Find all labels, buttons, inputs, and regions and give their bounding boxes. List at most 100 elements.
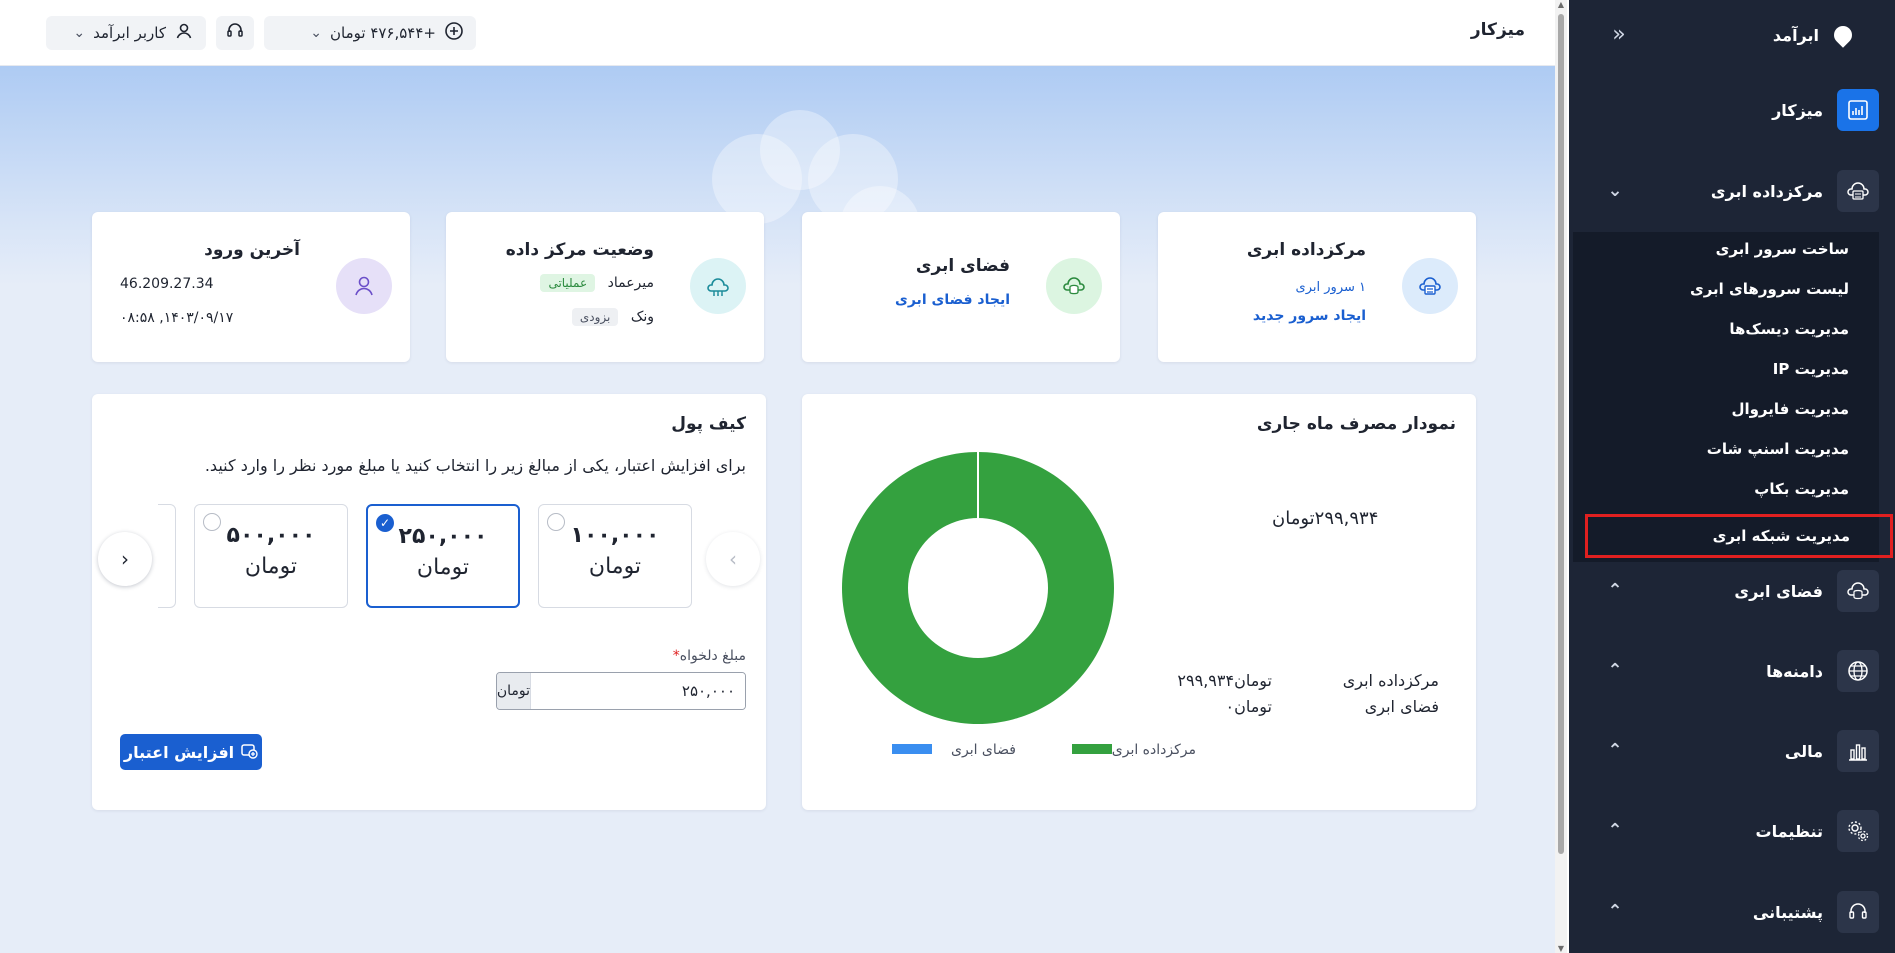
sidebar-item-dashboard[interactable]: میزکار [1589, 87, 1879, 133]
chevron-up-icon: ⌃ [1607, 660, 1623, 681]
balance-amount: +۴۷۶,۵۴۴ تومان [330, 24, 436, 42]
submenu-firewall[interactable]: مدیریت فایروال [1731, 400, 1849, 418]
cloud-server-icon [1402, 258, 1458, 314]
amount-unit: تومان [416, 555, 470, 580]
bar-chart-icon [1837, 730, 1879, 772]
sidebar-item-label: پشتیبانی [1752, 902, 1823, 922]
submenu-ip[interactable]: مدیریت IP [1773, 360, 1849, 378]
wallet-description: برای افزایش اعتبار، یکی از مبالغ زیر را … [204, 456, 746, 475]
submenu-backup[interactable]: مدیریت بکاپ [1754, 480, 1849, 498]
last-login-title: آخرین ورود [204, 240, 300, 260]
user-menu-button[interactable]: کاربر ابرآمد ⌄ [46, 16, 206, 50]
datacenter-title: مرکزداده ابری [1246, 240, 1366, 260]
legend-label-1: فضای ابری [951, 742, 1016, 758]
cloud-network-icon [690, 258, 746, 314]
collapse-sidebar-icon[interactable]: « [1605, 22, 1633, 50]
support-button[interactable] [216, 16, 254, 50]
gears-icon [1837, 810, 1879, 852]
logo-icon [1829, 22, 1855, 48]
breakdown-value-0: ۲۹۹,۹۳۴تومان [1177, 671, 1272, 691]
chevron-down-icon: ⌄ [310, 25, 322, 41]
chevron-down-icon: ⌄ [73, 25, 86, 41]
usage-donut-chart: مرکزداده ابری فضای ابری ۲۹۹,۹۳۴تومان مرکزدا… [841, 452, 1439, 758]
storage-title: فضای ابری [915, 256, 1010, 276]
custom-amount-field: تومان [496, 672, 746, 710]
decorative-petal [712, 134, 802, 224]
main-scrollbar[interactable]: ▲ ▼ [1555, 0, 1567, 953]
datacenter-submenu: ساخت سرور ابری لیست سرورهای ابری مدیریت … [1573, 232, 1893, 562]
dashboard-chart-icon [1837, 89, 1879, 131]
breakdown-name-1: فضای ابری [1365, 697, 1439, 717]
chart-total-label: ۲۹۹,۹۳۴تومان [1272, 508, 1378, 529]
status-badge: بزودی [571, 308, 619, 326]
radio-button[interactable] [547, 513, 565, 531]
carousel-prev-button[interactable]: › [706, 532, 760, 586]
top-bar: میزکار +۴۷۶,۵۴۴ تومان ⌄ کاربر ابرآمد ⌄ [0, 0, 1555, 66]
required-marker: * [672, 648, 680, 664]
brand: ابرآمد [1773, 20, 1855, 50]
radio-button[interactable] [203, 513, 221, 531]
increase-credit-label: افزایش اعتبار [123, 742, 235, 762]
legend-label-0: مرکزداده ابری [1112, 742, 1196, 758]
create-server-link[interactable]: ایجاد سرور جدید [1253, 308, 1366, 324]
scroll-up-arrow-icon[interactable]: ▲ [1556, 0, 1566, 9]
chevron-up-icon: ⌃ [1607, 820, 1623, 841]
status-badge: عملیاتی [540, 274, 596, 292]
scrollbar-thumb[interactable] [1558, 14, 1564, 854]
sidebar: ابرآمد « میزکار مرکزداده ابری ⌄ ساخت سرو… [1569, 0, 1895, 953]
cloud-storage-icon [1046, 258, 1102, 314]
breakdown-value-1: ۰تومان [1225, 697, 1272, 717]
chevron-up-icon: ⌃ [1607, 901, 1623, 922]
user-icon [336, 258, 392, 314]
sidebar-item-label: فضای ابری [1734, 581, 1823, 601]
amount-option-100000[interactable]: ۱۰۰,۰۰۰ تومان [538, 504, 692, 608]
storage-card: فضای ابری ایجاد فضای ابری [802, 212, 1120, 362]
dc-status-card: وضعیت مرکز داده میرعماد عملیاتی ونک بزود… [446, 212, 764, 362]
amount-unit: تومان [244, 554, 298, 579]
custom-amount-label: مبلغ دلخواه* [669, 648, 746, 664]
user-icon [174, 21, 194, 45]
sidebar-item-domains[interactable]: دامنه‌ها ⌃ [1589, 648, 1879, 694]
amount-option-500000[interactable]: ۵۰۰,۰۰۰ تومان [194, 504, 348, 608]
app-root: میزکار +۴۷۶,۵۴۴ تومان ⌄ کاربر ابرآمد ⌄ م… [0, 0, 1895, 953]
last-login-ip: 46.209.27.34 [120, 276, 214, 292]
carousel-next-button[interactable]: ‹ [98, 532, 152, 586]
server-count: ۱ سرور ابری [1295, 280, 1366, 295]
headset-icon [225, 21, 245, 45]
radio-checked-icon[interactable]: ✓ [376, 514, 394, 532]
submenu-cloud-network[interactable]: مدیریت شبکه ابری [1585, 514, 1893, 558]
sidebar-item-label: مرکزداده ابری [1710, 181, 1823, 201]
custom-amount-input[interactable] [531, 673, 745, 709]
sidebar-item-label: دامنه‌ها [1766, 661, 1823, 681]
sidebar-item-settings[interactable]: تنظیمات ⌃ [1589, 808, 1879, 854]
wallet-card: کیف پول برای افزایش اعتبار، یکی از مبالغ… [92, 394, 766, 810]
sidebar-item-label: تنظیمات [1755, 821, 1823, 841]
chevron-right-icon: › [729, 547, 737, 571]
increase-credit-button[interactable]: افزایش اعتبار [120, 734, 262, 770]
submenu-disks[interactable]: مدیریت دیسک‌ها [1729, 320, 1849, 338]
headset-icon [1837, 891, 1879, 933]
scroll-down-arrow-icon[interactable]: ▼ [1556, 944, 1566, 953]
sidebar-item-support[interactable]: پشتیبانی ⌃ [1589, 889, 1879, 935]
custom-amount-label-text: مبلغ دلخواه [679, 648, 746, 664]
brand-name: ابرآمد [1772, 25, 1819, 45]
last-login-card: آخرین ورود 46.209.27.34 ۱۴۰۳/۰۹/۱۷, ۰۸:۵… [92, 212, 410, 362]
submenu-server-list[interactable]: لیست سرورهای ابری [1690, 280, 1849, 298]
submenu-create-server[interactable]: ساخت سرور ابری [1716, 240, 1849, 258]
globe-icon [1837, 650, 1879, 692]
dc-name: ونک [630, 309, 654, 325]
dc-name: میرعماد [607, 275, 654, 291]
dc-status-title: وضعیت مرکز داده [505, 240, 654, 260]
amount-unit: تومان [588, 554, 642, 579]
sidebar-item-storage[interactable]: فضای ابری ⌃ [1589, 568, 1879, 614]
balance-button[interactable]: +۴۷۶,۵۴۴ تومان ⌄ [264, 16, 476, 50]
create-storage-link[interactable]: ایجاد فضای ابری [895, 292, 1010, 308]
submenu-snapshot[interactable]: مدیریت اسنپ شات [1707, 440, 1849, 458]
legend-swatch-0 [1072, 744, 1112, 754]
usage-chart-card: نمودار مصرف ماه جاری مرکزداده ابری فضای ا… [802, 394, 1476, 810]
wallet-add-icon [240, 741, 258, 763]
amount-option-250000[interactable]: ✓ ۲۵۰,۰۰۰ تومان [366, 504, 520, 608]
sidebar-item-datacenter[interactable]: مرکزداده ابری ⌄ [1589, 168, 1879, 214]
chevron-up-icon: ⌃ [1607, 740, 1623, 761]
sidebar-item-finance[interactable]: مالی ⌃ [1589, 728, 1879, 774]
